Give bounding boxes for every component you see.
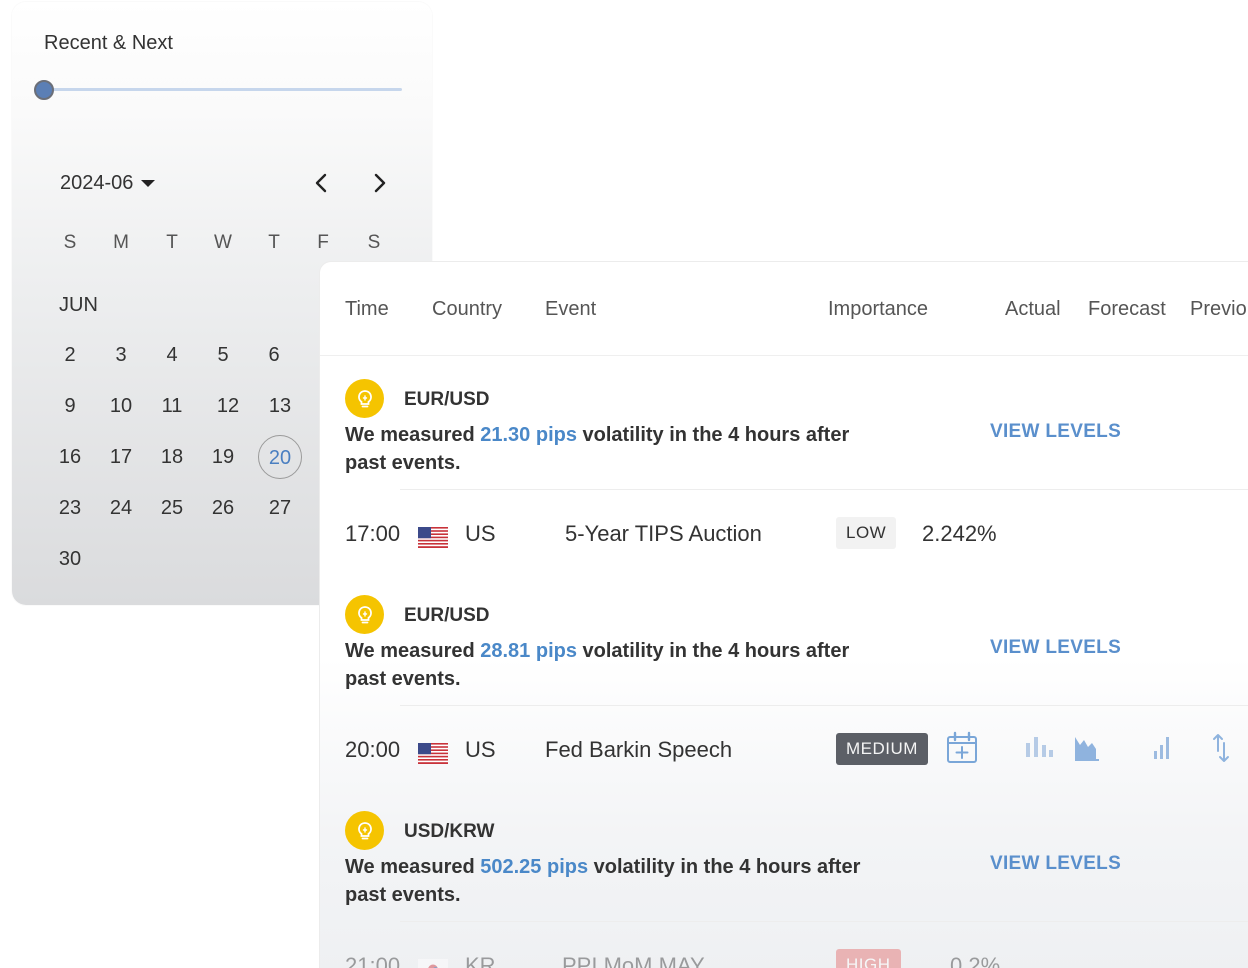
calendar-title: Recent & Next — [44, 32, 173, 54]
month-label: JUN — [59, 294, 98, 316]
range-slider-thumb[interactable] — [34, 80, 54, 100]
weekday-wed: W — [214, 232, 232, 253]
currency-pair: EUR/USD — [404, 605, 490, 626]
volatility-alert: EUR/USD We measured 21.30 pips volatilit… — [320, 379, 1248, 511]
calendar-day[interactable]: 13 — [258, 384, 302, 428]
us-flag-icon — [418, 743, 448, 764]
column-header-time[interactable]: Time — [345, 298, 389, 321]
calendar-day[interactable]: 18 — [150, 435, 194, 479]
row-divider — [400, 489, 1248, 490]
column-header-actual[interactable]: Actual — [1005, 298, 1061, 321]
chevron-right-icon[interactable] — [366, 170, 392, 196]
calendar-day-selected[interactable]: 20 — [258, 435, 302, 479]
event-time: 17:00 — [345, 521, 401, 546]
event-row[interactable]: 20:00 US Fed Barkin Speech MEDIUM — [320, 731, 1248, 771]
event-actual: 2.242% — [922, 521, 997, 546]
economic-events-panel: Time Country Event Importance Actual For… — [319, 261, 1248, 968]
event-name: PPI MoM MAY — [562, 953, 705, 968]
weekday-thu: T — [268, 232, 280, 253]
pips-value: 502.25 pips — [480, 856, 589, 878]
importance-badge: HIGH — [836, 949, 901, 968]
signal-bars-icon[interactable] — [1146, 731, 1180, 765]
area-chart-icon[interactable] — [1071, 731, 1105, 765]
event-row[interactable]: 17:00 US 5-Year TIPS Auction LOW 2.242% — [320, 515, 1248, 555]
calendar-day[interactable]: 30 — [48, 537, 92, 581]
weekday-sat: S — [367, 232, 381, 253]
caret-down-icon — [141, 180, 156, 187]
column-header-country[interactable]: Country — [432, 298, 502, 321]
header-divider — [320, 355, 1248, 356]
calendar-day[interactable]: 3 — [99, 333, 143, 377]
event-country: US — [465, 521, 496, 546]
importance-badge: MEDIUM — [836, 733, 928, 765]
kr-flag-icon — [418, 959, 448, 968]
range-slider-track[interactable] — [44, 88, 402, 91]
event-country: KR — [465, 953, 496, 968]
us-flag-icon — [418, 527, 448, 548]
importance-badge: LOW — [836, 517, 897, 549]
event-actual: 0.2% — [950, 953, 1001, 968]
weekday-mon: M — [113, 232, 129, 253]
calendar-day[interactable]: 24 — [99, 486, 143, 530]
calendar-day[interactable]: 12 — [206, 384, 250, 428]
calendar-day[interactable]: 9 — [48, 384, 92, 428]
weekday-fri: F — [317, 232, 329, 253]
calendar-day[interactable]: 25 — [150, 486, 194, 530]
month-select-value: 2024-06 — [60, 172, 134, 194]
column-header-previous[interactable]: Previous — [1190, 298, 1248, 321]
calendar-day[interactable]: 26 — [201, 486, 245, 530]
volatility-alert: USD/KRW We measured 502.25 pips volatili… — [320, 811, 1248, 943]
calendar-day[interactable]: 5 — [201, 333, 245, 377]
message-prefix: We measured — [345, 424, 481, 446]
calendar-day[interactable]: 23 — [48, 486, 92, 530]
pips-value: 21.30 pips — [480, 424, 577, 446]
event-country: US — [465, 737, 496, 762]
column-header-event[interactable]: Event — [545, 298, 596, 321]
calendar-day[interactable]: 6 — [252, 333, 296, 377]
event-name: Fed Barkin Speech — [545, 737, 733, 762]
calendar-day[interactable]: 27 — [258, 486, 302, 530]
calendar-day[interactable]: 19 — [201, 435, 245, 479]
view-levels-link[interactable]: VIEW LEVELS — [990, 637, 1121, 659]
currency-pair: USD/KRW — [404, 821, 495, 842]
lightbulb-icon — [345, 379, 384, 418]
calendar-day[interactable]: 16 — [48, 435, 92, 479]
volatility-message: We measured 28.81 pips volatility in the… — [345, 637, 885, 693]
calendar-day[interactable]: 11 — [150, 384, 194, 428]
sort-arrows-icon[interactable] — [1205, 731, 1239, 765]
row-divider — [400, 705, 1248, 706]
lightbulb-icon — [345, 811, 384, 850]
message-prefix: We measured — [345, 640, 481, 662]
calendar-add-icon[interactable] — [945, 731, 979, 765]
volatility-alert: EUR/USD We measured 28.81 pips volatilit… — [320, 595, 1248, 727]
volatility-message: We measured 502.25 pips volatility in th… — [345, 853, 905, 909]
event-time: 21:00 — [345, 953, 401, 968]
row-divider — [400, 921, 1248, 922]
weekday-sun: S — [63, 232, 77, 253]
currency-pair: EUR/USD — [404, 389, 490, 410]
calendar-day[interactable]: 10 — [99, 384, 143, 428]
lightbulb-icon — [345, 595, 384, 634]
pips-value: 28.81 pips — [480, 640, 577, 662]
view-levels-link[interactable]: VIEW LEVELS — [990, 853, 1121, 875]
month-select[interactable]: 2024-06 — [60, 172, 156, 195]
event-name: 5-Year TIPS Auction — [565, 521, 762, 546]
message-prefix: We measured — [345, 856, 481, 878]
chevron-left-icon[interactable] — [309, 170, 335, 196]
column-header-forecast[interactable]: Forecast — [1088, 298, 1166, 321]
column-header-importance[interactable]: Importance — [828, 298, 928, 321]
view-levels-link[interactable]: VIEW LEVELS — [990, 421, 1121, 443]
weekday-tue: T — [166, 232, 178, 253]
bar-chart-icon[interactable] — [1023, 731, 1057, 765]
event-row[interactable]: 21:00 KR PPI MoM MAY HIGH 0.2% — [320, 947, 1248, 968]
calendar-day[interactable]: 17 — [99, 435, 143, 479]
calendar-day[interactable]: 2 — [48, 333, 92, 377]
event-time: 20:00 — [345, 737, 401, 762]
calendar-day[interactable]: 4 — [150, 333, 194, 377]
volatility-message: We measured 21.30 pips volatility in the… — [345, 421, 885, 477]
